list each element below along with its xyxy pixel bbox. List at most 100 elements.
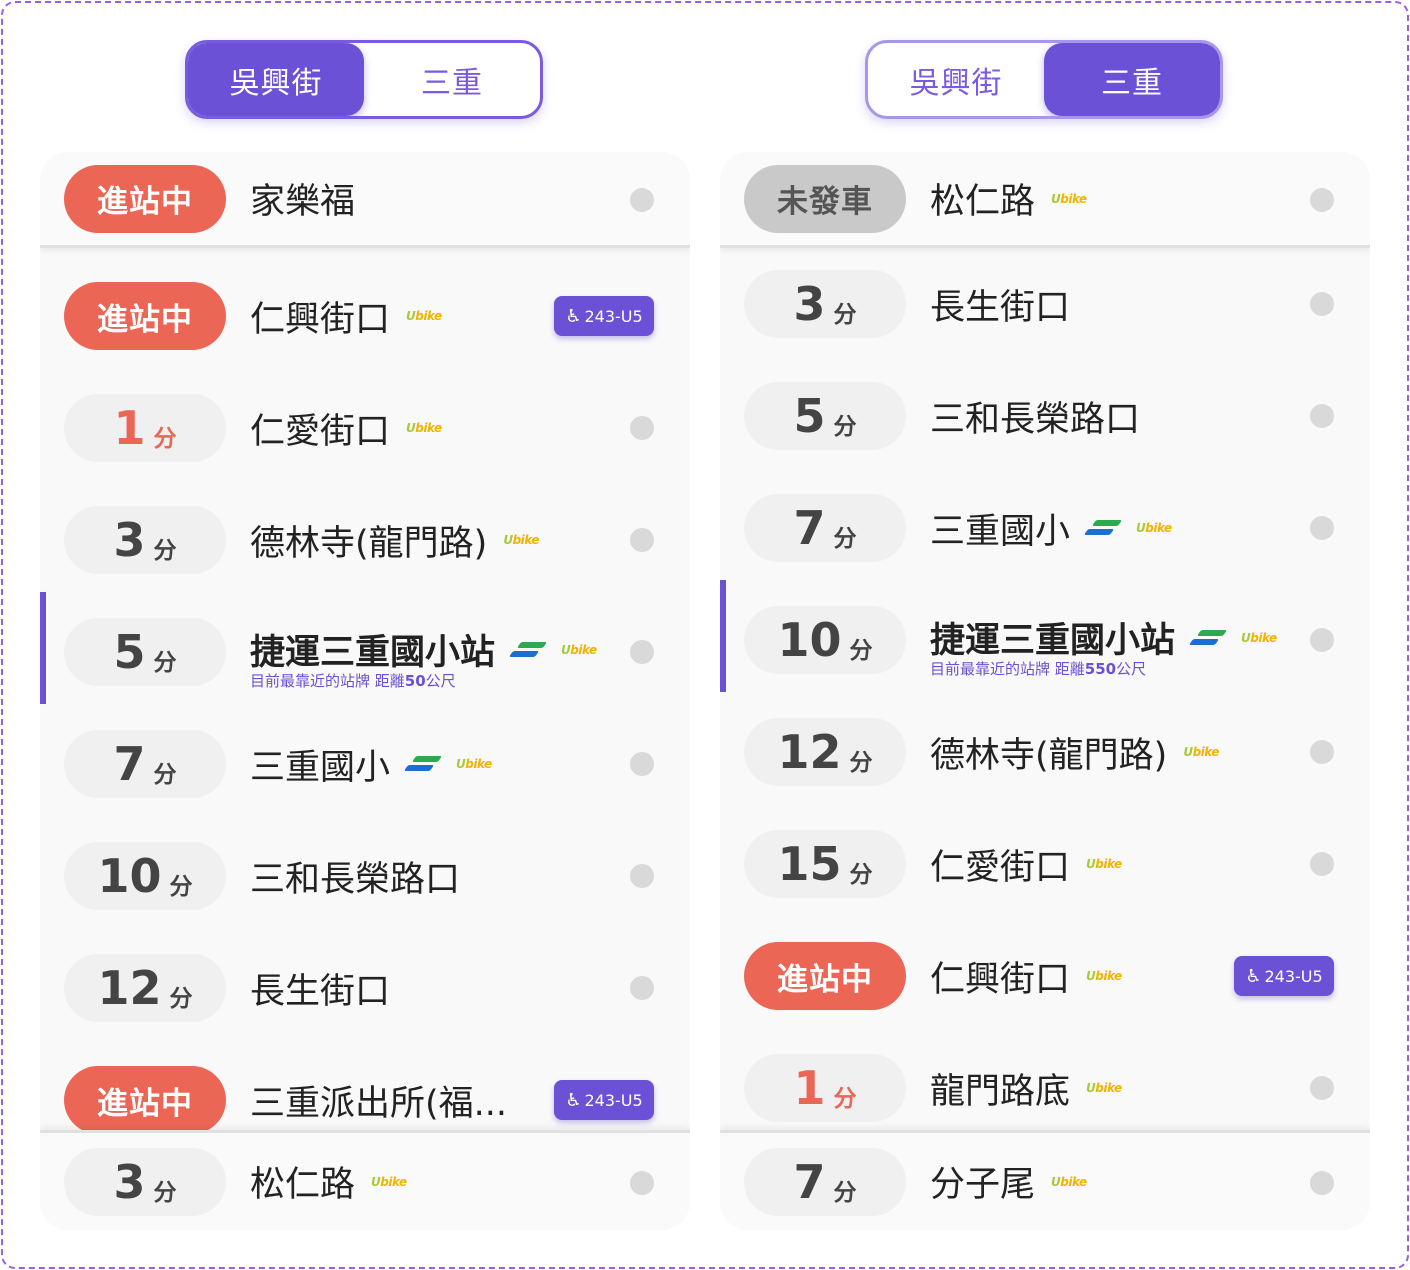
metro-icon — [508, 641, 548, 658]
stop-list-right: 未發車 松仁路 Ubike 3分 長生街口 5分 三和長榮路口 7分 三重國小 Ub… — [720, 152, 1370, 1230]
metro-icon — [1083, 520, 1123, 536]
stop-name: 仁興街口 Ubike — [250, 299, 442, 340]
ubike-icon: Ubike — [503, 533, 539, 547]
stop-row[interactable]: 3分 德林寺(龍門路) Ubike — [40, 492, 690, 588]
status-badge: 進站中 — [64, 1066, 226, 1134]
metro-icon — [1188, 629, 1228, 646]
accessible-bus-badge: ♿ 243-U5 — [554, 1080, 654, 1120]
stop-row[interactable]: 7分 三重國小 Ubike — [40, 716, 690, 812]
eta-badge: 7分 — [744, 1147, 906, 1216]
stop-dot — [630, 528, 654, 552]
stop-name: 家樂福 — [250, 182, 356, 222]
ubike-icon: Ubike — [406, 421, 442, 435]
stop-row[interactable]: 10 分 三和長榮路口 — [40, 828, 690, 924]
eta-badge: 12 分 — [64, 954, 226, 1022]
stop-name: 分子尾 Ubike — [930, 1165, 1087, 1205]
stop-dot — [1310, 628, 1334, 652]
stop-name: 龍門路底 Ubike — [930, 1071, 1122, 1112]
status-badge: 未發車 — [744, 164, 906, 233]
eta-badge: 7分 — [64, 730, 226, 798]
ubike-icon: Ubike — [1051, 1174, 1087, 1189]
direction-toggle-right: 吳興街 三重 — [865, 40, 1223, 119]
direction-option-wuxing[interactable]: 吳興街 — [868, 43, 1044, 116]
stop-name: 三重國小 Ubike — [930, 511, 1172, 552]
direction-option-sanchong[interactable]: 三重 — [364, 43, 540, 116]
stop-row[interactable]: 15 分 仁愛街口 Ubike — [720, 816, 1370, 912]
pinned-top-row[interactable]: 未發車 松仁路 Ubike — [720, 152, 1370, 248]
eta-badge: 1分 — [64, 394, 226, 462]
pinned-bottom-row[interactable]: 3分 松仁路 Ubike — [40, 1130, 690, 1230]
stop-row[interactable]: 1分 龍門路底 Ubike — [720, 1040, 1370, 1136]
stop-dot — [1310, 292, 1334, 316]
wheelchair-icon: ♿ — [565, 305, 582, 327]
eta-badge: 7分 — [744, 494, 906, 562]
stop-row[interactable]: 進站中 仁興街口 Ubike ♿ 243-U5 — [720, 928, 1370, 1024]
stop-row[interactable]: 3分 長生街口 — [720, 256, 1370, 352]
stop-dot — [1310, 188, 1334, 212]
pinned-bottom-row[interactable]: 7分 分子尾 Ubike — [720, 1130, 1370, 1230]
accessible-bus-badge: ♿ 243-U5 — [1234, 956, 1334, 996]
stop-name: 松仁路 Ubike — [250, 1165, 407, 1205]
stop-dot — [1310, 404, 1334, 428]
direction-toggle-left: 吳興街 三重 — [185, 40, 543, 119]
stop-row[interactable]: 1分 仁愛街口 Ubike — [40, 380, 690, 476]
eta-badge: 10 分 — [744, 606, 906, 674]
stop-dot — [630, 1171, 654, 1195]
eta-badge: 10 分 — [64, 842, 226, 910]
stop-name: 捷運三重國小站 Ubike — [250, 633, 597, 673]
direction-option-sanchong[interactable]: 三重 — [1044, 43, 1220, 116]
wheelchair-icon: ♿ — [565, 1089, 582, 1111]
stop-row[interactable]: 12 分 長生街口 — [40, 940, 690, 1036]
stop-name: 捷運三重國小站 Ubike — [930, 621, 1277, 661]
stop-dot — [630, 752, 654, 776]
ubike-icon: Ubike — [1086, 857, 1122, 871]
stop-dot — [630, 640, 654, 664]
stop-dot — [630, 976, 654, 1000]
stop-name: 德林寺(龍門路) Ubike — [930, 735, 1219, 776]
stop-dot — [1310, 852, 1334, 876]
eta-badge: 3分 — [64, 1147, 226, 1216]
eta-badge: 12 分 — [744, 718, 906, 786]
stop-dot — [1310, 1076, 1334, 1100]
eta-badge: 5分 — [744, 382, 906, 450]
stop-dot — [630, 416, 654, 440]
stop-name: 仁興街口 Ubike — [930, 959, 1122, 1000]
ubike-icon: Ubike — [1183, 745, 1219, 759]
stop-name: 長生街口 — [930, 287, 1071, 328]
direction-option-wuxing[interactable]: 吳興街 — [188, 43, 364, 116]
stop-row[interactable]: 12 分 德林寺(龍門路) Ubike — [720, 704, 1370, 800]
stop-dot — [630, 864, 654, 888]
status-badge: 進站中 — [64, 282, 226, 350]
status-badge: 進站中 — [64, 164, 226, 233]
eta-badge: 3分 — [64, 506, 226, 574]
ubike-icon: Ubike — [406, 309, 442, 323]
ubike-icon: Ubike — [1086, 1081, 1122, 1095]
stop-dot — [630, 188, 654, 212]
stop-row-current[interactable]: 10 分 捷運三重國小站 Ubike 目前最靠近的站牌 距離550公尺 — [720, 580, 1370, 692]
stop-name: 三重國小 Ubike — [250, 747, 492, 788]
stop-dot — [1310, 740, 1334, 764]
stop-row[interactable]: 進站中 仁興街口 Ubike ♿ 243-U5 — [40, 268, 690, 364]
stop-list-left: 進站中 家樂福 進站中 仁興街口 Ubike ♿ 243-U5 1分 仁愛街口 Ubi… — [40, 152, 690, 1230]
ubike-icon: Ubike — [561, 642, 597, 657]
ubike-icon: Ubike — [456, 757, 492, 771]
ubike-icon: Ubike — [1086, 969, 1122, 983]
stop-row[interactable]: 5分 三和長榮路口 — [720, 368, 1370, 464]
pinned-top-row[interactable]: 進站中 家樂福 — [40, 152, 690, 248]
nearest-stop-note: 目前最靠近的站牌 距離50公尺 — [250, 672, 456, 690]
ubike-icon: Ubike — [371, 1174, 407, 1189]
nearest-stop-note: 目前最靠近的站牌 距離550公尺 — [930, 660, 1147, 678]
stop-name: 德林寺(龍門路) Ubike — [250, 523, 539, 564]
wheelchair-icon: ♿ — [1245, 965, 1262, 987]
stop-name: 仁愛街口 Ubike — [250, 411, 442, 452]
eta-badge: 3分 — [744, 270, 906, 338]
stop-row-current[interactable]: 5分 捷運三重國小站 Ubike 目前最靠近的站牌 距離50公尺 — [40, 592, 690, 704]
stop-name: 三和長榮路口 — [250, 859, 461, 900]
eta-badge: 5分 — [64, 618, 226, 686]
ubike-icon: Ubike — [1241, 630, 1277, 645]
ubike-icon: Ubike — [1051, 191, 1087, 206]
stop-name: 三重派出所(福... — [250, 1083, 508, 1124]
ubike-icon: Ubike — [1136, 521, 1172, 535]
stop-name: 松仁路 Ubike — [930, 182, 1087, 222]
stop-row[interactable]: 7分 三重國小 Ubike — [720, 480, 1370, 576]
